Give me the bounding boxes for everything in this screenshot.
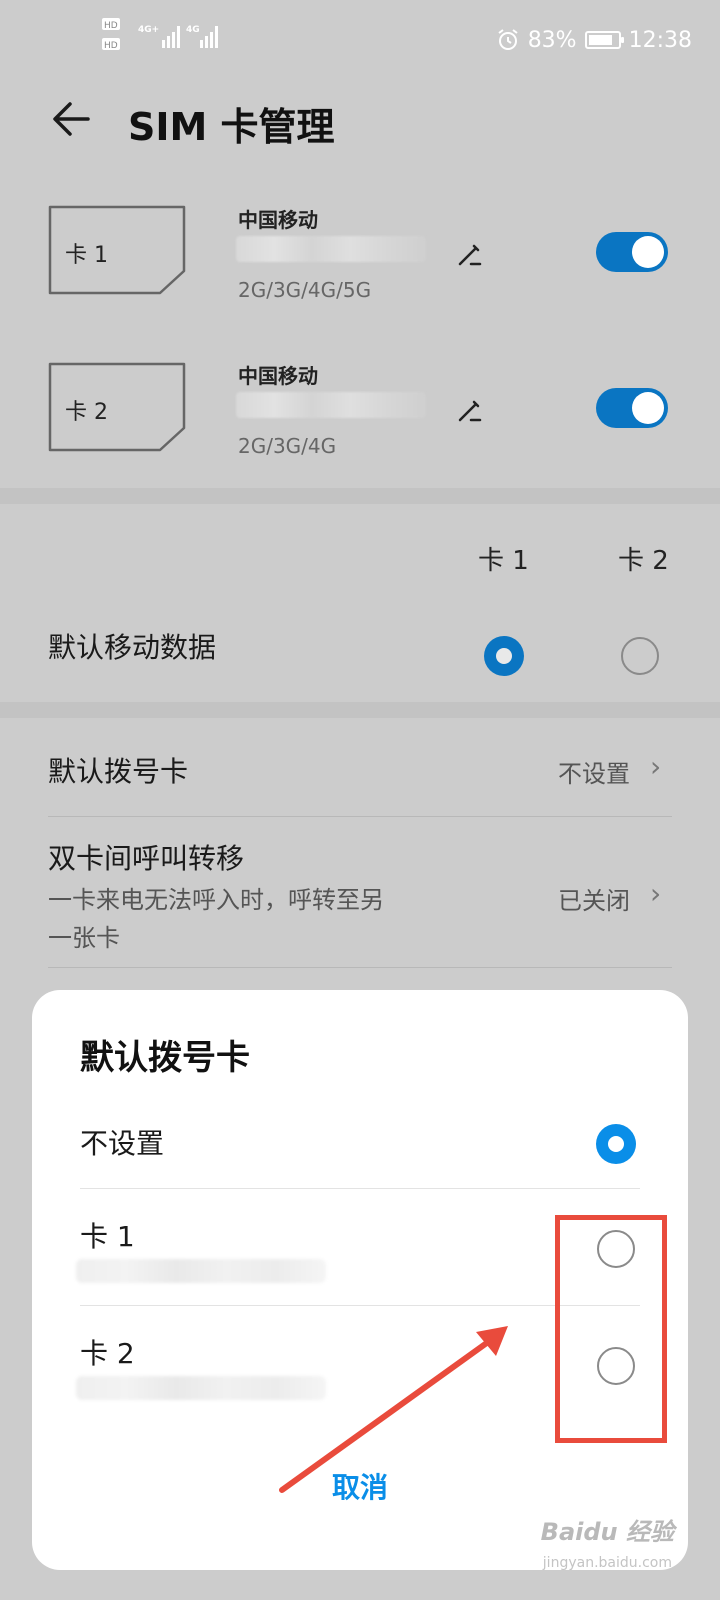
option-label: 卡 2 — [80, 1337, 135, 1370]
call-forward-desc-line2: 一张卡 — [48, 924, 120, 952]
watermark-logo: Baidu 经验 — [540, 1518, 674, 1546]
call-forward-value: 已关闭 — [558, 887, 630, 915]
sim1-toggle[interactable] — [596, 232, 668, 272]
sim2-network: 2G/3G/4G — [238, 434, 337, 458]
back-arrow-icon — [53, 102, 90, 136]
sim2-carrier: 中国移动 — [238, 364, 318, 388]
annotation-arrow-icon — [279, 1326, 508, 1493]
option-none-radio[interactable] — [596, 1124, 636, 1164]
default-data-card2-radio[interactable] — [621, 637, 659, 675]
watermark-url: jingyan.baidu.com — [542, 1555, 672, 1571]
status-right: 83% 12:38 — [496, 24, 692, 56]
sim-card-2-icon: 卡 2 — [48, 362, 186, 452]
signal-indicators: HD HD 4G+ 4G — [102, 16, 222, 56]
chevron-right-icon: › — [650, 877, 662, 910]
section-divider — [0, 702, 720, 718]
sim1-carrier: 中国移动 — [238, 208, 318, 232]
column-card2: 卡 2 — [618, 546, 669, 576]
pencil-icon — [458, 244, 482, 266]
card1-number-redacted — [76, 1259, 326, 1283]
row-divider — [48, 967, 672, 968]
battery-percent: 83% — [527, 27, 577, 53]
default-dial-label: 默认拨号卡 — [48, 755, 189, 788]
option-label: 卡 1 — [80, 1220, 135, 1253]
svg-text:HD: HD — [104, 21, 118, 31]
sim-card-1-icon: 卡 1 — [48, 205, 186, 295]
svg-text:4G+: 4G+ — [138, 25, 159, 35]
highlight-box — [555, 1215, 667, 1443]
pencil-icon — [458, 400, 482, 422]
default-dial-row[interactable]: 默认拨号卡 不设置 › — [0, 718, 720, 816]
default-data-label: 默认移动数据 — [48, 631, 217, 664]
battery-icon — [584, 31, 624, 49]
svg-text:4G: 4G — [186, 25, 200, 35]
chevron-right-icon: › — [650, 750, 662, 783]
sim-slot-label: 卡 1 — [65, 243, 108, 268]
signal-icon: HD HD 4G+ 4G — [102, 18, 218, 51]
call-forward-label: 双卡间呼叫转移 — [48, 842, 245, 875]
default-data-card1-radio[interactable] — [484, 636, 524, 676]
column-card1: 卡 1 — [478, 546, 529, 576]
sim1-edit-button[interactable] — [456, 240, 484, 268]
svg-text:HD: HD — [104, 41, 118, 51]
option-label: 不设置 — [80, 1127, 165, 1160]
sim1-number-redacted — [236, 236, 426, 262]
sim2-edit-button[interactable] — [456, 396, 484, 424]
section-divider — [0, 488, 720, 504]
call-forward-row[interactable]: 双卡间呼叫转移 一卡来电无法呼入时，呼转至另 一张卡 已关闭 › — [0, 817, 720, 967]
call-forward-desc-line1: 一卡来电无法呼入时，呼转至另 — [48, 886, 384, 914]
page-title: SIM 卡管理 — [128, 105, 335, 149]
alarm-icon — [498, 29, 518, 50]
default-dial-value: 不设置 — [558, 760, 630, 788]
sim2-toggle[interactable] — [596, 388, 668, 428]
dialog-title: 默认拨号卡 — [80, 1038, 250, 1078]
sim1-network: 2G/3G/4G/5G — [238, 278, 372, 302]
sim2-number-redacted — [236, 392, 426, 418]
dialog-option-none[interactable]: 不设置 — [32, 1098, 688, 1188]
sim-slot-label: 卡 2 — [65, 400, 108, 425]
back-button[interactable] — [48, 96, 94, 142]
clock: 12:38 — [628, 27, 692, 53]
